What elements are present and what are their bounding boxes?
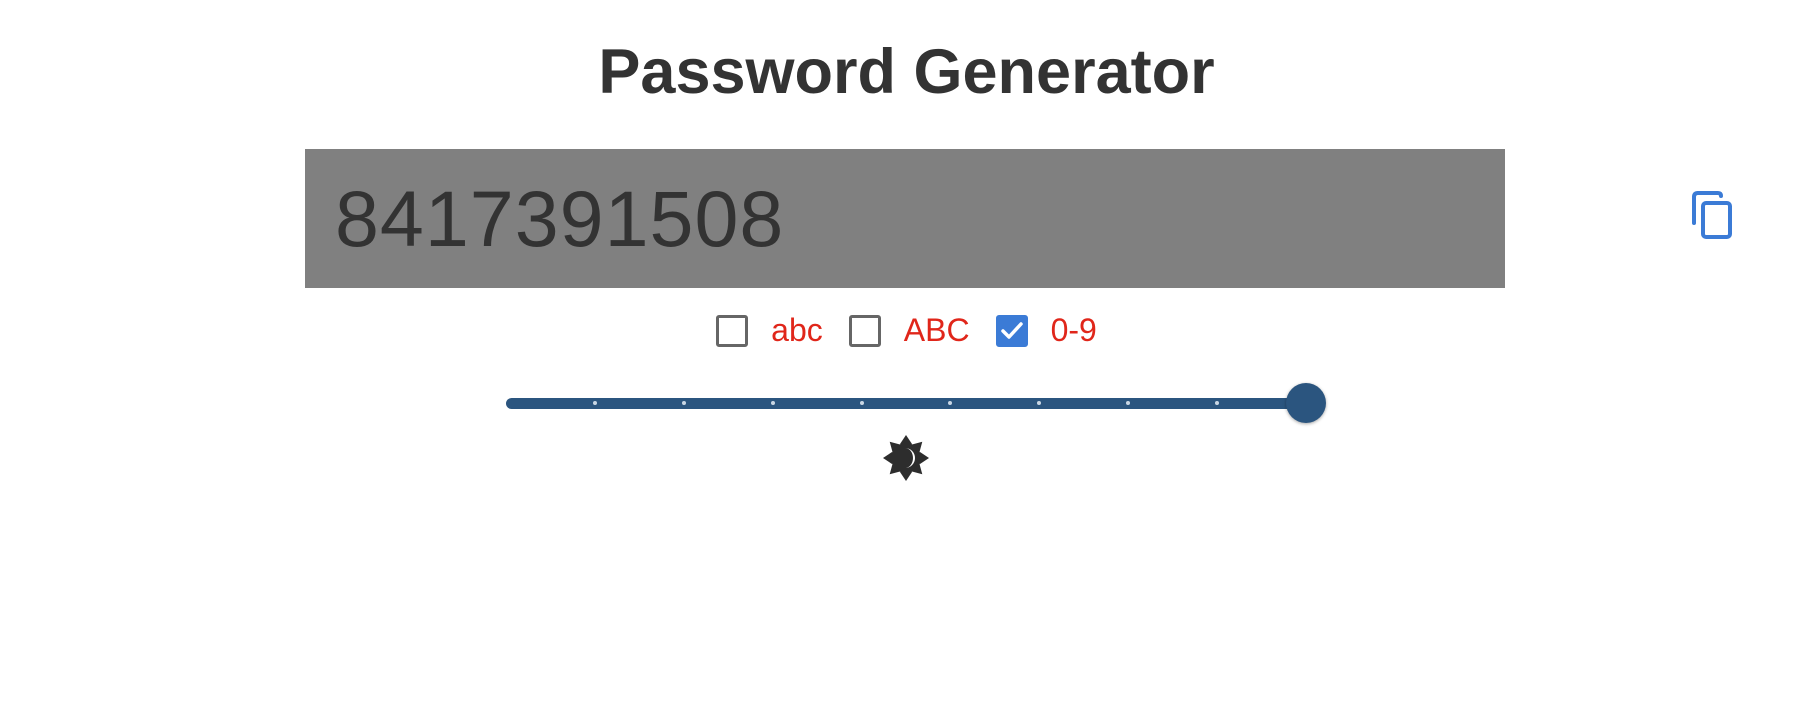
option-digits[interactable]: 0-9 [995,312,1097,349]
checkbox-digits[interactable] [995,314,1028,347]
slider-tick [681,401,686,405]
length-slider[interactable] [504,383,1326,423]
password-display: 8417391508 [305,149,1732,288]
brightness-icon [883,435,929,481]
copy-icon [1692,191,1732,239]
slider-thumb[interactable] [1286,383,1326,423]
option-uppercase[interactable]: ABC [848,312,970,349]
password-value: 8417391508 [335,174,785,263]
slider-tick [859,401,864,405]
slider-tick [592,401,597,405]
page-title: Password Generator [598,37,1215,107]
option-lowercase[interactable]: abc [716,312,823,349]
checkbox-uppercase[interactable] [848,314,881,347]
checkbox-lowercase[interactable] [716,314,749,347]
option-label-uppercase: ABC [903,312,970,348]
copy-button[interactable] [1690,189,1736,241]
option-label-lowercase: abc [771,312,823,348]
slider-track [506,398,1306,409]
character-options: abc ABC 0-9 [0,312,1813,349]
slider-tick [770,401,775,405]
checkmark-icon [1000,321,1023,339]
option-label-digits: 0-9 [1050,312,1097,348]
theme-toggle-button[interactable] [883,435,929,481]
